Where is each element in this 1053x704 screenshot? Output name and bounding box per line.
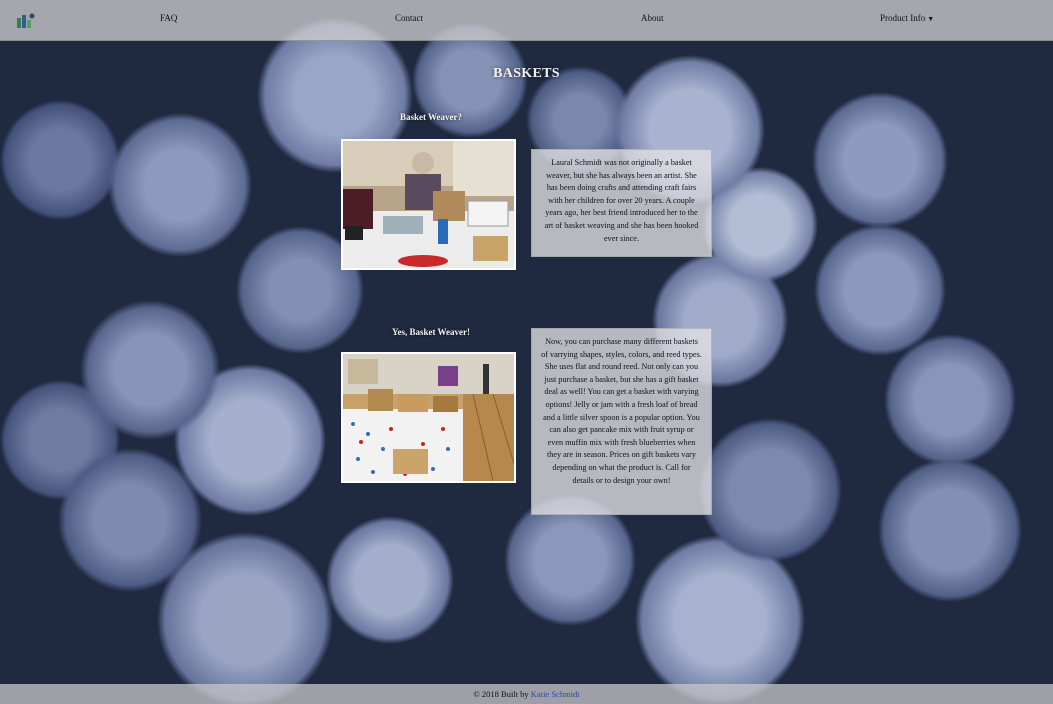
section-heading: Basket Weaver? [399,112,463,122]
logo-icon[interactable] [16,12,36,30]
nav-link-faq[interactable]: FAQ [160,13,177,23]
section-text-card: Now, you can purchase many different bas… [531,328,712,515]
blueberries-background-image [0,0,1053,704]
baskets-display-photo [341,352,516,483]
footer: © 2018 Built by Katie Schmidt [0,684,1053,704]
section-text-card: Laural Schmidt was not originally a bask… [531,149,712,257]
nav-product-info-label: Product Info [880,13,926,23]
nav-dropdown-product-info[interactable]: Product Info ▼ [880,13,934,23]
footer-author-link[interactable]: Katie Schmidt [531,689,580,699]
footer-copyright: © 2018 Built by [473,689,531,699]
basket-weaver-photo [341,139,516,270]
page-title: BASKETS [493,66,560,81]
section-heading: Yes, Basket Weaver! [391,327,471,337]
navbar: FAQ Contact About Product Info ▼ [0,0,1053,41]
nav-link-contact[interactable]: Contact [395,13,423,23]
nav-link-about[interactable]: About [641,13,664,23]
caret-down-icon: ▼ [927,15,935,23]
